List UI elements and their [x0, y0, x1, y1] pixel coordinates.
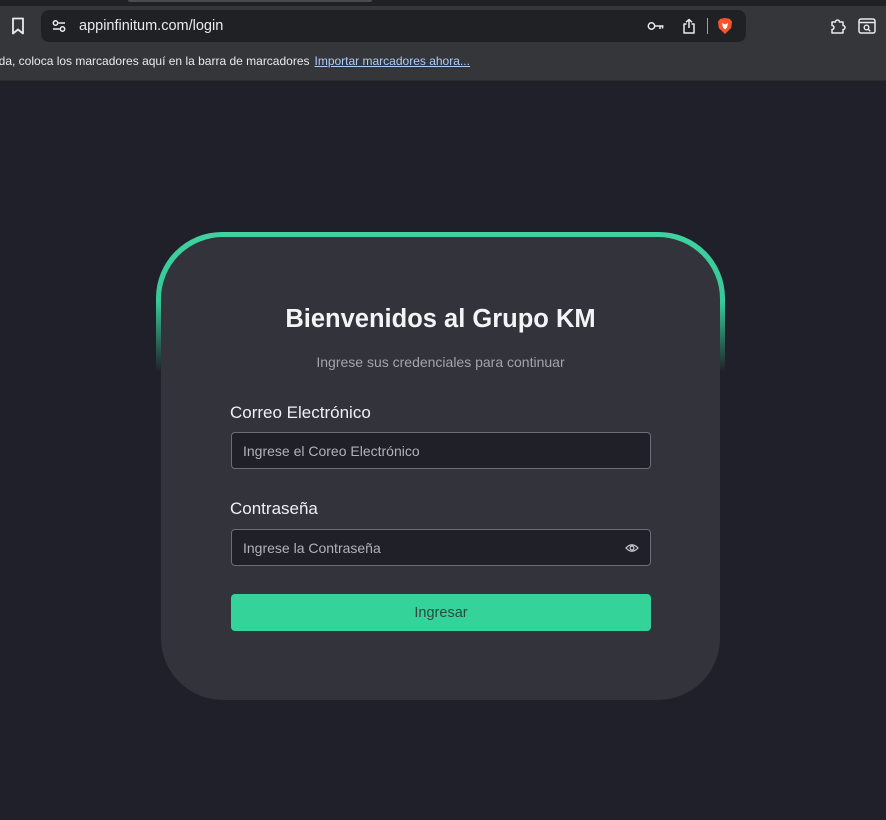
site-settings-icon[interactable]: [47, 14, 71, 38]
password-field[interactable]: [231, 529, 651, 566]
show-password-eye-icon[interactable]: [624, 540, 640, 556]
extensions-icon[interactable]: [826, 14, 850, 38]
import-bookmarks-link[interactable]: Importar marcadores ahora...: [315, 54, 470, 68]
omnibox-divider: [707, 18, 708, 34]
url-text[interactable]: appinfinitum.com/login: [79, 10, 223, 42]
page-title: Bienvenidos al Grupo KM: [285, 305, 596, 333]
key-icon[interactable]: [644, 14, 668, 38]
tab-strip: [0, 0, 886, 6]
email-label: Correo Electrónico: [230, 403, 371, 422]
reader-mode-icon[interactable]: [855, 14, 879, 38]
share-icon[interactable]: [677, 14, 701, 38]
email-field[interactable]: [231, 432, 651, 469]
bookmarks-bar: ida, coloca los marcadores aquí en la ba…: [0, 50, 886, 72]
password-label: Contraseña: [230, 499, 318, 518]
active-tab-edge[interactable]: [128, 0, 372, 2]
login-submit-button[interactable]: Ingresar: [231, 594, 651, 631]
address-bar[interactable]: appinfinitum.com/login: [41, 10, 746, 42]
bookmarks-bar-hint: ida, coloca los marcadores aquí en la ba…: [0, 54, 310, 68]
page-subtitle: Ingrese sus credenciales para continuar: [316, 354, 565, 370]
login-card: Bienvenidos al Grupo KM Ingrese sus cred…: [161, 237, 720, 700]
bookmark-icon[interactable]: [6, 14, 30, 38]
brave-shields-icon[interactable]: [713, 14, 737, 38]
browser-chrome: appinfinitum.com/login ida, coloca los m…: [0, 0, 886, 81]
